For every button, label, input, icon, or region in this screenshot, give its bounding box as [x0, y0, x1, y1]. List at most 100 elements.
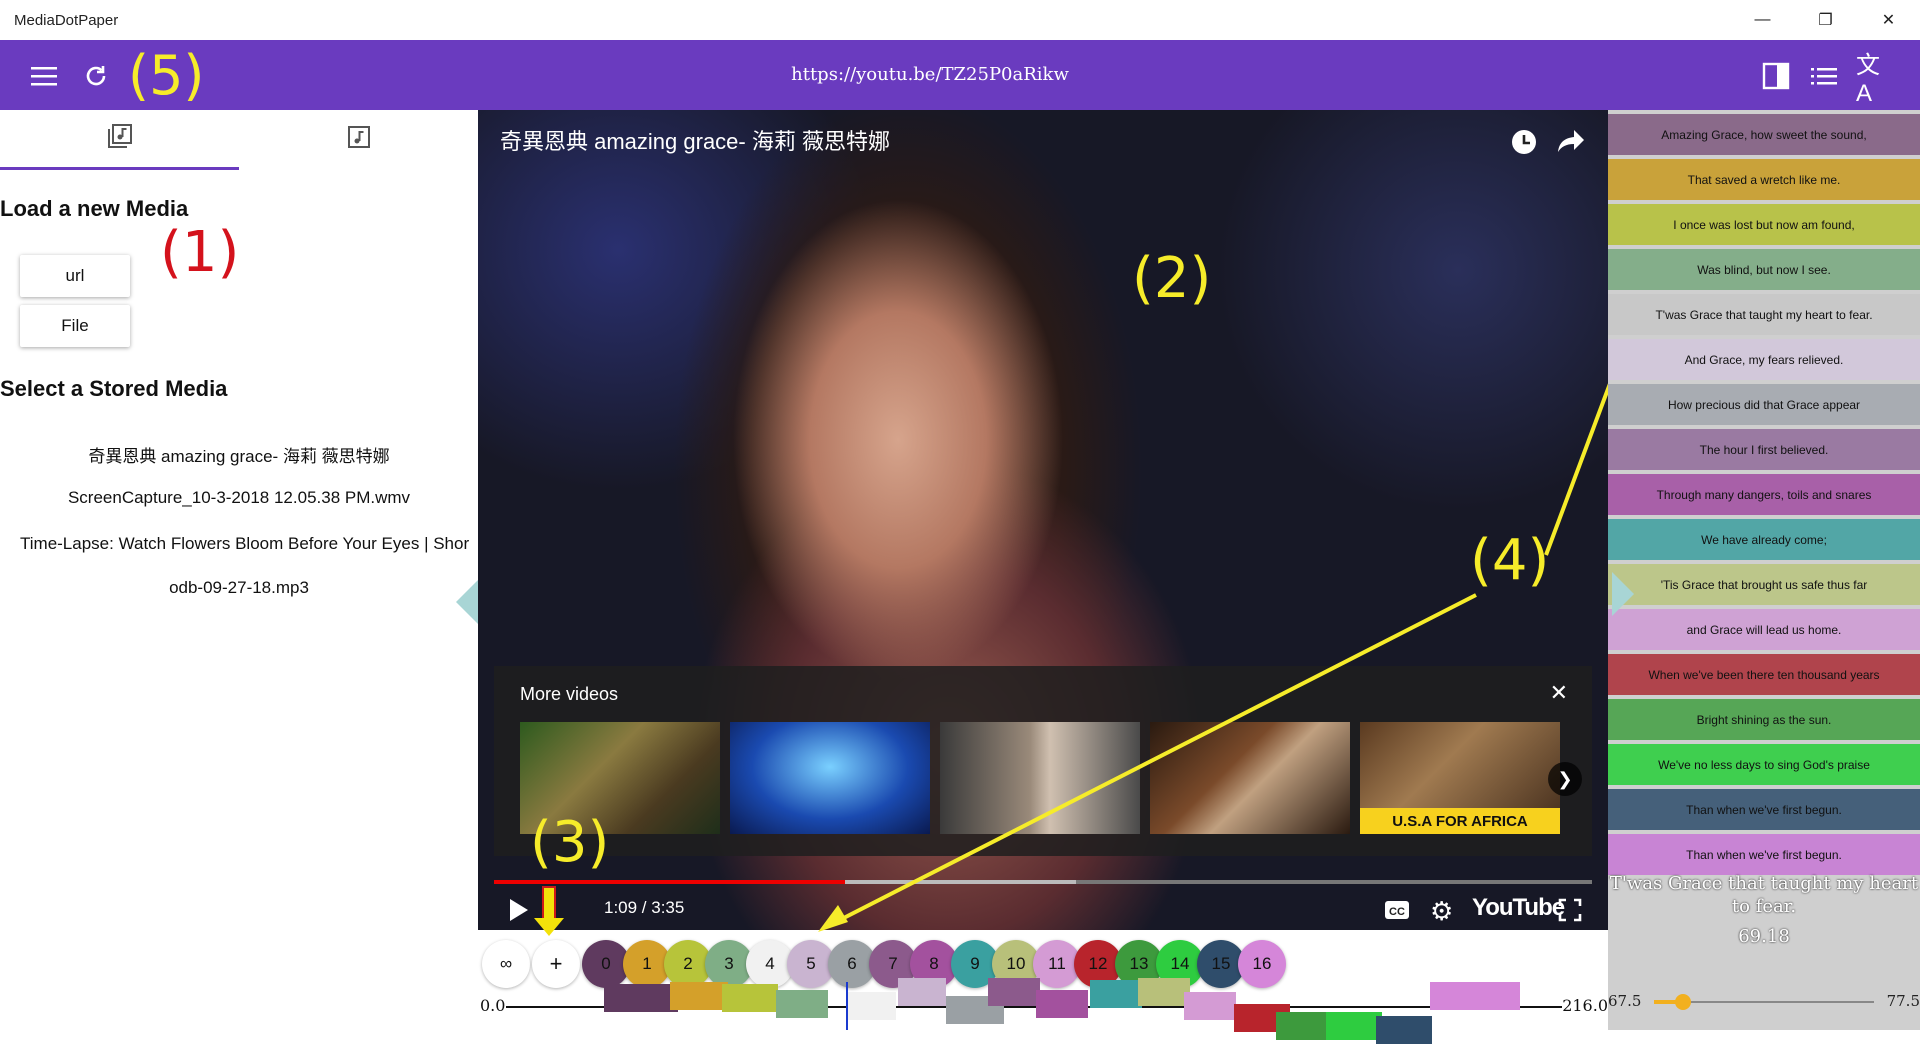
lyric-line[interactable]: When we've been there ten thousand years: [1608, 654, 1920, 695]
timeline-segment-11[interactable]: [1184, 992, 1236, 1020]
next-videos-chevron-icon[interactable]: ❯: [1548, 762, 1582, 796]
progress-bar[interactable]: [494, 880, 1592, 884]
close-button[interactable]: ✕: [1857, 0, 1920, 40]
lyric-line[interactable]: 'Tis Grace that brought us safe thus far: [1608, 564, 1920, 605]
timeline-segment-3[interactable]: [776, 990, 828, 1018]
timeline-segment-16[interactable]: [1430, 982, 1520, 1010]
stored-media-heading: Select a Stored Media: [0, 376, 228, 401]
lyric-line[interactable]: Than when we've first begun.: [1608, 789, 1920, 830]
current-lyric: T'was Grace that taught my heart to fear…: [1608, 872, 1920, 948]
annotation-arrowhead: [534, 918, 564, 936]
timeline-start-label: 0.0: [480, 996, 506, 1015]
lyric-line[interactable]: Was blind, but now I see.: [1608, 249, 1920, 290]
close-more-videos-icon[interactable]: ✕: [1550, 680, 1568, 706]
lyric-line[interactable]: The hour I first believed.: [1608, 429, 1920, 470]
lyric-line[interactable]: Amazing Grace, how sweet the sound,: [1608, 114, 1920, 155]
timeline-end-label: 216.0: [1562, 996, 1608, 1015]
timeline-segment-14[interactable]: [1326, 1012, 1382, 1040]
lyric-line[interactable]: How precious did that Grace appear: [1608, 384, 1920, 425]
svg-text:CC: CC: [1389, 906, 1405, 918]
watch-later-icon[interactable]: [1510, 128, 1538, 163]
add-segment-button[interactable]: +: [532, 940, 580, 988]
timeline-segment-10[interactable]: [1138, 978, 1190, 1006]
time-display: 1:09 / 3:35: [604, 898, 685, 917]
lyric-line[interactable]: We have already come;: [1608, 519, 1920, 560]
annotation-5: (5): [128, 44, 205, 107]
media-source-panel: Load a new Media (1) url File Select a S…: [0, 110, 478, 1030]
lyric-line[interactable]: That saved a wretch like me.: [1608, 159, 1920, 200]
segment-range-slider[interactable]: 67.5 77.5: [1608, 978, 1920, 1028]
stored-media-item[interactable]: odb-09-27-18.mp3: [0, 578, 478, 598]
lyric-line[interactable]: Through many dangers, toils and snares: [1608, 474, 1920, 515]
thumbnail-caption: U.S.A FOR AFRICA: [1360, 808, 1560, 834]
annotation-3: (3): [530, 810, 610, 875]
lyric-line[interactable]: Than when we've first begun.: [1608, 834, 1920, 875]
played-bar: [494, 880, 846, 884]
segments-bar: ∞ + 0 1 2 3 4 5 6 7 8 9 10 11 12 13 14 15 16 0.0 216.0: [478, 886, 1608, 1044]
settings-gear-icon[interactable]: ⚙: [1430, 896, 1453, 927]
video-player[interactable]: 奇異恩典 amazing grace- 海莉 薇思特娜 (2) (4) More…: [478, 110, 1608, 930]
video-thumbnail[interactable]: [940, 722, 1140, 834]
panel-toggle-icon[interactable]: [1758, 58, 1794, 94]
url-button[interactable]: url: [20, 255, 130, 297]
timeline-segment-0[interactable]: [604, 984, 678, 1012]
youtube-logo[interactable]: YouTube: [1472, 894, 1565, 922]
timeline-segment-8[interactable]: [1036, 990, 1088, 1018]
title-bar: MediaDotPaper — ❐ ✕: [0, 0, 1920, 40]
collapse-right-arrow-icon[interactable]: [1612, 572, 1634, 616]
stored-media-item[interactable]: ScreenCapture_10-3-2018 12.05.38 PM.wmv: [0, 488, 478, 508]
more-videos-panel: More videos ✕ U.S.A FOR AFRICA ❯: [494, 666, 1592, 856]
share-icon[interactable]: [1556, 128, 1586, 161]
timeline-segment-4[interactable]: [848, 992, 896, 1020]
timeline-segment-15[interactable]: [1376, 1016, 1432, 1044]
lyric-line[interactable]: I once was lost but now am found,: [1608, 204, 1920, 245]
loop-infinity-icon[interactable]: ∞: [482, 940, 530, 988]
annotation-4: (4): [1470, 528, 1550, 593]
video-title[interactable]: 奇異恩典 amazing grace- 海莉 薇思特娜: [500, 124, 890, 156]
timeline-segment-9[interactable]: [1090, 980, 1142, 1008]
app-title: MediaDotPaper: [14, 11, 119, 29]
annotation-arrow-down: [542, 886, 556, 920]
minimize-button[interactable]: —: [1731, 0, 1794, 40]
refresh-icon[interactable]: [78, 58, 114, 94]
video-thumbnail[interactable]: [1150, 722, 1350, 834]
fullscreen-icon[interactable]: [1558, 898, 1582, 927]
app-bar: (5) https://youtu.be/TZ25P0aRikw 文A: [0, 40, 1920, 110]
media-url[interactable]: https://youtu.be/TZ25P0aRikw: [680, 64, 1180, 85]
captions-icon[interactable]: CC: [1384, 900, 1410, 925]
tab-music[interactable]: [239, 110, 478, 170]
video-thumbnail[interactable]: [730, 722, 930, 834]
lyric-line[interactable]: And Grace, my fears relieved.: [1608, 339, 1920, 380]
slider-max-label: 77.5: [1886, 992, 1920, 1010]
timeline-segment-2[interactable]: [722, 984, 778, 1012]
slider-thumb[interactable]: [1674, 994, 1691, 1010]
tab-media-library[interactable]: [0, 110, 239, 170]
annotation-1: (1): [160, 220, 240, 285]
collapse-left-arrow-icon[interactable]: [456, 580, 478, 624]
stored-media-item[interactable]: 奇異恩典 amazing grace- 海莉 薇思特娜: [0, 442, 478, 467]
timeline-segment-1[interactable]: [670, 982, 728, 1010]
lyric-line[interactable]: and Grace will lead us home.: [1608, 609, 1920, 650]
hamburger-menu-icon[interactable]: [26, 58, 62, 94]
current-lyric-text: T'was Grace that taught my heart to fear…: [1609, 873, 1919, 917]
load-media-heading: Load a new Media: [0, 196, 189, 221]
restore-button[interactable]: ❐: [1794, 0, 1857, 40]
list-icon[interactable]: [1806, 58, 1842, 94]
stored-media-item[interactable]: Time-Lapse: Watch Flowers Bloom Before Y…: [0, 534, 478, 554]
lyric-line[interactable]: T'was Grace that taught my heart to fear…: [1608, 294, 1920, 335]
timeline-cursor: [846, 982, 848, 1030]
source-tabs: [0, 110, 478, 170]
segment-button-16[interactable]: 16: [1238, 940, 1286, 988]
lyric-line[interactable]: We've no less days to sing God's praise: [1608, 744, 1920, 785]
timeline-segment-13[interactable]: [1276, 1012, 1328, 1040]
timeline-segment-7[interactable]: [988, 978, 1040, 1006]
media-library-icon: [107, 123, 133, 155]
timeline-segment-5[interactable]: [898, 978, 946, 1006]
play-icon[interactable]: [508, 898, 530, 927]
more-videos-title: More videos: [520, 684, 619, 704]
video-thumbnail[interactable]: U.S.A FOR AFRICA: [1360, 722, 1560, 834]
translate-icon[interactable]: 文A: [1856, 52, 1892, 107]
music-note-icon: [346, 124, 372, 156]
file-button[interactable]: File: [20, 305, 130, 347]
lyric-line[interactable]: Bright shining as the sun.: [1608, 699, 1920, 740]
